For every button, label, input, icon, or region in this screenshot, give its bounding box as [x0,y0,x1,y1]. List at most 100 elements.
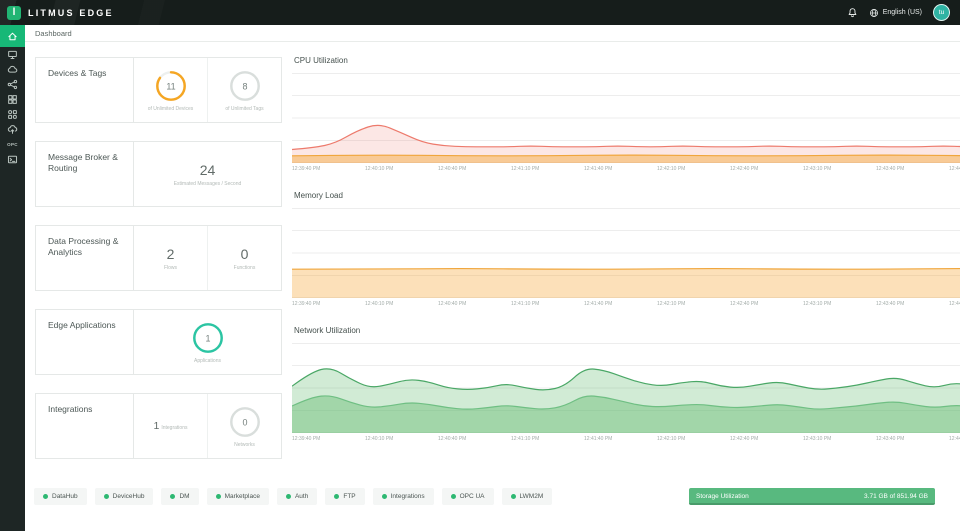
x-tick: 12:42:40 PM [730,301,759,307]
memory-chart-plot [292,208,960,298]
chart-network: Network Utilization 12:39:40 PM 12:40:10 P… [292,326,960,447]
status-dot-icon [285,494,291,499]
x-tick: 12:41:10 PM [511,166,540,172]
stat-card-integrations[interactable]: Integrations 1 Integrations 0 Networks [35,393,282,459]
brand-area: l LITMUS EDGE [7,5,114,20]
service-chip-label: DM [179,493,190,500]
litmus-logo-icon: l [7,5,21,20]
stat-card-body: 24 Estimated Messages / Second [133,142,281,206]
x-tick: 12:41:10 PM [511,301,540,307]
sidebar-item-flows[interactable] [0,77,25,92]
storage-utilization-bar: Storage Utilization 3.71 GB of 851.94 GB [689,488,935,505]
status-dot-icon [334,494,340,499]
main-content: Devices & Tags 11 of Unlimited Devices 8 of … [25,42,960,531]
status-dot-icon [215,494,221,499]
metric-applications: 1 Applications [134,310,281,374]
sidebar-item-opc[interactable]: OPC [0,137,25,152]
metric-value: 1 [153,420,160,432]
stat-card-data-processing-analytics[interactable]: Data Processing & Analytics 2 Flows 0 Functi… [35,225,282,291]
service-chip-lwm2m[interactable]: LWM2M [501,488,553,505]
x-tick: 12:43:10 PM [803,301,832,307]
x-tick: 12:42:40 PM [730,436,759,442]
x-tick: 12:40:10 PM [365,301,394,307]
cloud-icon [7,65,18,73]
x-tick: 12:39:40 PM [292,436,321,442]
sidebar-item-marketplace[interactable] [0,107,25,122]
metric-flows: 2 Flows [134,226,207,290]
service-chip-marketplace[interactable]: Marketplace [206,488,269,505]
stat-card-devices-tags[interactable]: Devices & Tags 11 of Unlimited Devices 8 of … [35,57,282,123]
service-chip-label: OPC UA [459,493,485,500]
x-tick: 12:44:10 PM [949,166,960,172]
stat-card-title: Message Broker & Routing [48,152,118,174]
stat-card-message-broker-routing[interactable]: Message Broker & Routing 24 Estimated Mess… [35,141,282,207]
status-dot-icon [103,494,109,499]
service-chip-label: DeviceHub [112,493,145,500]
monitor-icon [8,50,17,60]
stat-card-edge-applications[interactable]: Edge Applications 1 Applications [35,309,282,375]
x-tick: 12:39:40 PM [292,301,321,307]
service-chip-opc-ua[interactable]: OPC UA [441,488,494,505]
x-tick: 12:40:10 PM [365,436,394,442]
metric-integrations: 1 Integrations [134,394,207,458]
stat-card-body: 1 Applications [133,310,281,374]
sidebar-item-applications[interactable] [0,92,25,107]
stat-card-title: Devices & Tags [48,68,107,78]
brand-name: LITMUS EDGE [28,7,114,18]
x-tick: 12:42:10 PM [657,301,686,307]
metric-caption: Flows [163,264,178,271]
user-avatar[interactable]: tu [933,4,950,21]
sidebar-item-cloud[interactable] [0,62,25,77]
service-chip-label: LWM2M [519,493,544,500]
metric-caption: Functions [233,264,256,271]
x-tick: 12:40:10 PM [365,166,394,172]
breadcrumb: Dashboard [35,28,72,38]
language-label: English (US) [882,9,922,16]
svg-text:11: 11 [166,81,175,91]
sidebar: OPC [0,25,25,531]
chart-title: Memory Load [294,191,343,200]
stat-card-title: Edge Applications [48,320,116,330]
sidebar-item-integrations[interactable] [0,122,25,137]
status-dot-icon [450,494,456,499]
status-dot-icon [170,494,176,499]
notifications-bell-icon[interactable] [847,7,858,18]
metric-caption: Integrations [161,425,188,431]
status-dot-icon [381,494,387,499]
sidebar-item-dashboard[interactable] [0,25,25,47]
terminal-icon [7,155,18,164]
x-tick: 12:41:40 PM [584,436,613,442]
ring-gauge: 0 [229,406,260,437]
service-chip-label: Integrations [390,493,425,500]
sidebar-item-system[interactable] [0,152,25,167]
x-tick: 12:40:40 PM [438,301,467,307]
metric-of-unlimited-tags: 8 of Unlimited Tags [207,58,281,122]
svg-text:1: 1 [205,333,210,343]
x-tick: 12:41:40 PM [584,301,613,307]
top-bar: l LITMUS EDGE English (US) tu [0,0,960,25]
service-chip-integrations[interactable]: Integrations [372,488,434,505]
x-tick: 12:42:40 PM [730,166,759,172]
service-chip-dm[interactable]: DM [161,488,199,505]
status-dot-icon [43,494,48,499]
language-selector[interactable]: English (US) [869,8,922,18]
cloud-upload-icon [7,125,18,134]
x-tick: 12:41:10 PM [511,436,540,442]
x-tick: 12:43:10 PM [803,166,832,172]
metric-caption: Networks [234,441,255,448]
sidebar-item-devicehub[interactable] [0,47,25,62]
grid-icon [8,95,17,104]
flow-icon [7,79,18,90]
service-chip-label: Auth [294,493,309,500]
x-tick: 12:43:40 PM [876,166,905,172]
metric-of-unlimited-devices: 11 of Unlimited Devices [134,58,207,122]
x-tick: 12:42:10 PM [657,436,686,442]
stats-column: Devices & Tags 11 of Unlimited Devices 8 of … [35,57,282,477]
network-chart-plot [292,343,960,433]
x-tick: 12:43:40 PM [876,301,905,307]
stat-card-title: Integrations [48,404,93,414]
service-chip-datahub[interactable]: DataHub [34,488,87,505]
service-chip-ftp[interactable]: FTP [325,488,365,505]
service-chip-devicehub[interactable]: DeviceHub [94,488,154,505]
service-chip-auth[interactable]: Auth [276,488,318,505]
